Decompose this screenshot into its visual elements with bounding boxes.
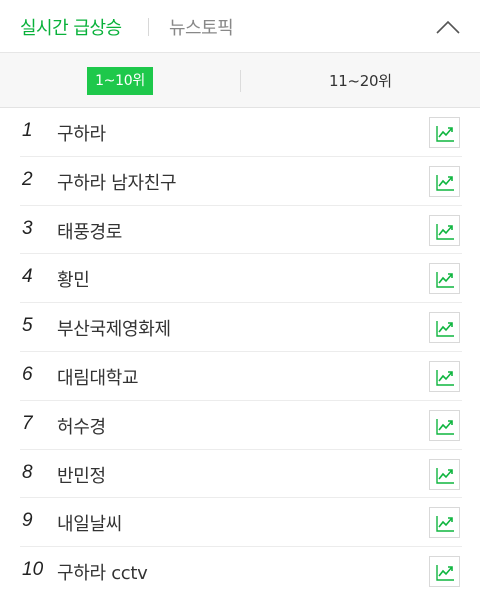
- keyword-link[interactable]: 황민: [57, 266, 90, 292]
- range-tab-1-10[interactable]: 1~10위: [0, 53, 240, 108]
- rank-number: 3: [22, 217, 33, 239]
- list-item[interactable]: 8 반민정: [20, 450, 462, 499]
- trend-chart-button[interactable]: [429, 263, 460, 295]
- trend-chart-icon: [436, 369, 454, 386]
- trend-chart-icon: [436, 223, 454, 240]
- collapse-button[interactable]: [430, 12, 466, 42]
- rank-number: 9: [22, 510, 33, 532]
- range-tab-1-10-label: 1~10위: [87, 67, 153, 95]
- rank-number: 2: [22, 168, 33, 190]
- tab-divider: [148, 18, 149, 36]
- trend-chart-icon: [436, 272, 454, 289]
- trend-chart-button[interactable]: [429, 214, 460, 246]
- top-header: 실시간 급상승 뉴스토픽: [0, 0, 480, 53]
- trend-chart-icon: [436, 418, 454, 435]
- trend-chart-button[interactable]: [429, 556, 460, 588]
- trend-chart-icon: [436, 321, 454, 337]
- trend-chart-button[interactable]: [429, 458, 460, 490]
- trend-chart-icon: [436, 516, 454, 533]
- list-item[interactable]: 7 허수경: [20, 401, 462, 450]
- rank-number: 10: [22, 559, 44, 581]
- trend-chart-button[interactable]: [429, 360, 460, 392]
- list-item[interactable]: 6 대림대학교: [20, 352, 462, 401]
- tab-news-topic[interactable]: 뉴스토픽: [169, 14, 234, 40]
- keyword-link[interactable]: 태풍경로: [57, 218, 122, 244]
- list-item[interactable]: 9 내일날씨: [20, 498, 462, 548]
- range-tab-11-20-label: 11~20위: [329, 72, 392, 90]
- rank-number: 7: [22, 412, 33, 434]
- trend-chart-icon: [436, 126, 454, 142]
- keyword-link[interactable]: 내일날씨: [57, 510, 122, 536]
- trend-chart-icon: [436, 467, 454, 484]
- list-item[interactable]: 5 부산국제영화제: [20, 303, 462, 352]
- range-tab-11-20[interactable]: 11~20위: [241, 53, 480, 108]
- trending-keyword-list: 1 구하라 2 구하라 남자친구 3 태풍경로 4 황민 5 부산국제영화제 6 대림대학교 7 허수경 8…: [0, 108, 480, 596]
- keyword-link[interactable]: 부산국제영화제: [57, 315, 171, 341]
- trend-chart-button[interactable]: [429, 165, 460, 197]
- keyword-link[interactable]: 반민정: [57, 462, 106, 488]
- trend-chart-button[interactable]: [429, 117, 460, 148]
- rank-number: 5: [22, 315, 33, 337]
- list-item[interactable]: 3 태풍경로: [20, 206, 462, 255]
- keyword-link[interactable]: 허수경: [57, 413, 106, 439]
- rank-number: 4: [22, 266, 33, 288]
- rank-number: 8: [22, 461, 33, 483]
- keyword-link[interactable]: 구하라: [57, 120, 106, 146]
- rank-number: 1: [22, 120, 33, 141]
- list-item[interactable]: 1 구하라: [20, 108, 462, 157]
- keyword-link[interactable]: 구하라 cctv: [57, 559, 148, 585]
- trend-chart-button[interactable]: [429, 507, 460, 539]
- keyword-link[interactable]: 대림대학교: [57, 364, 139, 390]
- tab-realtime-trending[interactable]: 실시간 급상승: [20, 14, 122, 40]
- list-item[interactable]: 2 구하라 남자친구: [20, 157, 462, 206]
- trend-chart-icon: [436, 174, 454, 191]
- list-item[interactable]: 4 황민: [20, 254, 462, 304]
- rank-number: 6: [22, 363, 33, 385]
- keyword-link[interactable]: 구하라 남자친구: [57, 169, 177, 195]
- chevron-up-icon: [436, 20, 460, 34]
- trend-chart-icon: [436, 565, 454, 581]
- trend-chart-button[interactable]: [429, 312, 460, 344]
- rank-range-selector: 1~10위 11~20위: [0, 53, 480, 108]
- trend-chart-button[interactable]: [429, 409, 460, 441]
